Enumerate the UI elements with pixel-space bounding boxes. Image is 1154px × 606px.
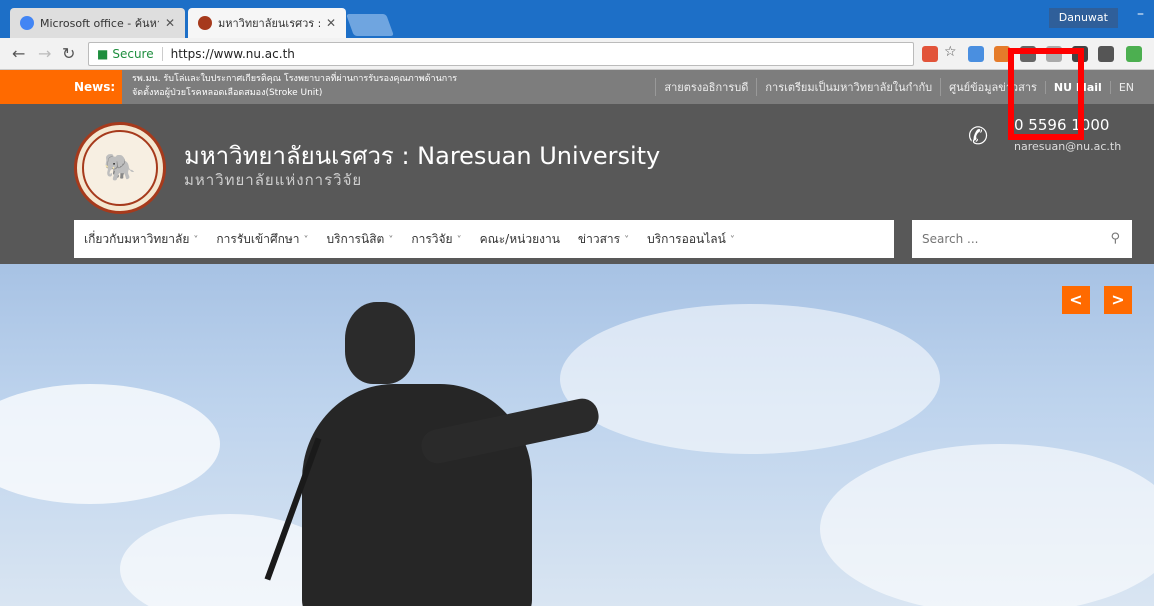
slider-next-button[interactable]: > — [1104, 286, 1132, 314]
cloud-shape — [0, 384, 220, 504]
slider-prev-button[interactable]: < — [1062, 286, 1090, 314]
chevron-down-icon: ˅ — [303, 234, 309, 246]
secure-label: Secure — [112, 47, 163, 61]
chevron-down-icon: ˅ — [193, 234, 199, 246]
top-news-bar: News: รพ.มน. รับโล่และใบประกาศเกียรติคุณ… — [0, 70, 1154, 104]
browser-tab-naresuan[interactable]: มหาวิทยาลัยนเรศวร : Nares ✕ — [188, 8, 346, 38]
extension-icon[interactable] — [1098, 46, 1114, 62]
statue-head — [345, 302, 415, 384]
nav-item-faculties[interactable]: คณะ/หน่วยงาน — [480, 230, 560, 249]
chevron-down-icon: ˅ — [624, 234, 630, 246]
forward-icon[interactable]: → — [38, 44, 51, 63]
elephant-seal-icon: 🐘 — [82, 130, 158, 206]
nav-item-news[interactable]: ข่าวสาร ˅ — [578, 230, 629, 249]
top-link-autonomous[interactable]: การเตรียมเป็นมหาวิทยาลัยในกำกับ — [756, 78, 940, 96]
extension-icon[interactable] — [922, 46, 938, 62]
cloud-shape — [560, 304, 940, 454]
search-input[interactable] — [922, 232, 1092, 246]
top-link-english[interactable]: EN — [1109, 80, 1142, 94]
cloud-shape — [820, 444, 1154, 606]
back-icon[interactable]: ← — [12, 44, 25, 63]
site-header: 🐘 มหาวิทยาลัยนเรศวร : Naresuan Universit… — [0, 104, 1154, 264]
google-favicon-icon — [20, 16, 34, 30]
highlight-box — [1008, 48, 1084, 140]
news-ticker-text[interactable]: รพ.มน. รับโล่และใบประกาศเกียรติคุณ โรงพย… — [132, 72, 462, 100]
chevron-down-icon: ˅ — [388, 234, 394, 246]
top-link-president[interactable]: สายตรงอธิการบดี — [655, 78, 756, 96]
site-subtitle: มหาวิทยาลัยแห่งการวิจัย — [184, 171, 363, 189]
bookmark-star-icon[interactable]: ☆ — [944, 44, 957, 60]
lock-icon: ■ — [97, 47, 109, 61]
nav-item-about[interactable]: เกี่ยวกับมหาวิทยาลัย ˅ — [84, 230, 198, 249]
minimize-icon[interactable]: – — [1137, 6, 1144, 22]
chevron-down-icon: ˅ — [456, 234, 462, 246]
news-label: News: — [0, 70, 122, 104]
tab-title: Microsoft office - ค้นหาด้ — [40, 17, 159, 30]
university-logo[interactable]: 🐘 — [74, 122, 166, 214]
browser-tab-strip: Microsoft office - ค้นหาด้ ✕ มหาวิทยาลัย… — [0, 0, 1154, 38]
nav-item-admission[interactable]: การรับเข้าศึกษา ˅ — [216, 230, 308, 249]
close-tab-icon[interactable]: ✕ — [165, 16, 175, 30]
extension-icon[interactable] — [1126, 46, 1142, 62]
browser-tab-microsoft-office[interactable]: Microsoft office - ค้นหาด้ ✕ — [10, 8, 185, 38]
main-navigation: เกี่ยวกับมหาวิทยาลัย ˅ การรับเข้าศึกษา ˅ บ… — [74, 220, 894, 258]
url-text: https://www.nu.ac.th — [170, 47, 295, 61]
nu-favicon-icon — [198, 16, 212, 30]
contact-email[interactable]: naresuan@nu.ac.th — [1014, 140, 1121, 153]
hero-slider: < > — [0, 264, 1154, 606]
site-search: ⚲ — [912, 220, 1132, 258]
new-tab-button[interactable] — [345, 14, 395, 36]
nav-item-student-services[interactable]: บริการนิสิต ˅ — [326, 230, 393, 249]
phone-icon: ✆ — [968, 122, 989, 150]
profile-button[interactable]: Danuwat — [1048, 8, 1118, 28]
browser-toolbar: ← → ↻ ■ Secure https://www.nu.ac.th ☆ — [0, 38, 1154, 70]
nav-item-online-services[interactable]: บริการออนไลน์ ˅ — [647, 230, 735, 249]
close-tab-icon[interactable]: ✕ — [326, 16, 336, 30]
tab-title: มหาวิทยาลัยนเรศวร : Nares — [218, 17, 320, 30]
chevron-down-icon: ˅ — [729, 234, 735, 246]
nav-item-research[interactable]: การวิจัย ˅ — [411, 230, 461, 249]
reload-icon[interactable]: ↻ — [62, 44, 75, 63]
search-icon[interactable]: ⚲ — [1110, 231, 1120, 246]
translate-extension-icon[interactable] — [968, 46, 984, 62]
address-bar[interactable]: ■ Secure https://www.nu.ac.th — [88, 42, 914, 66]
